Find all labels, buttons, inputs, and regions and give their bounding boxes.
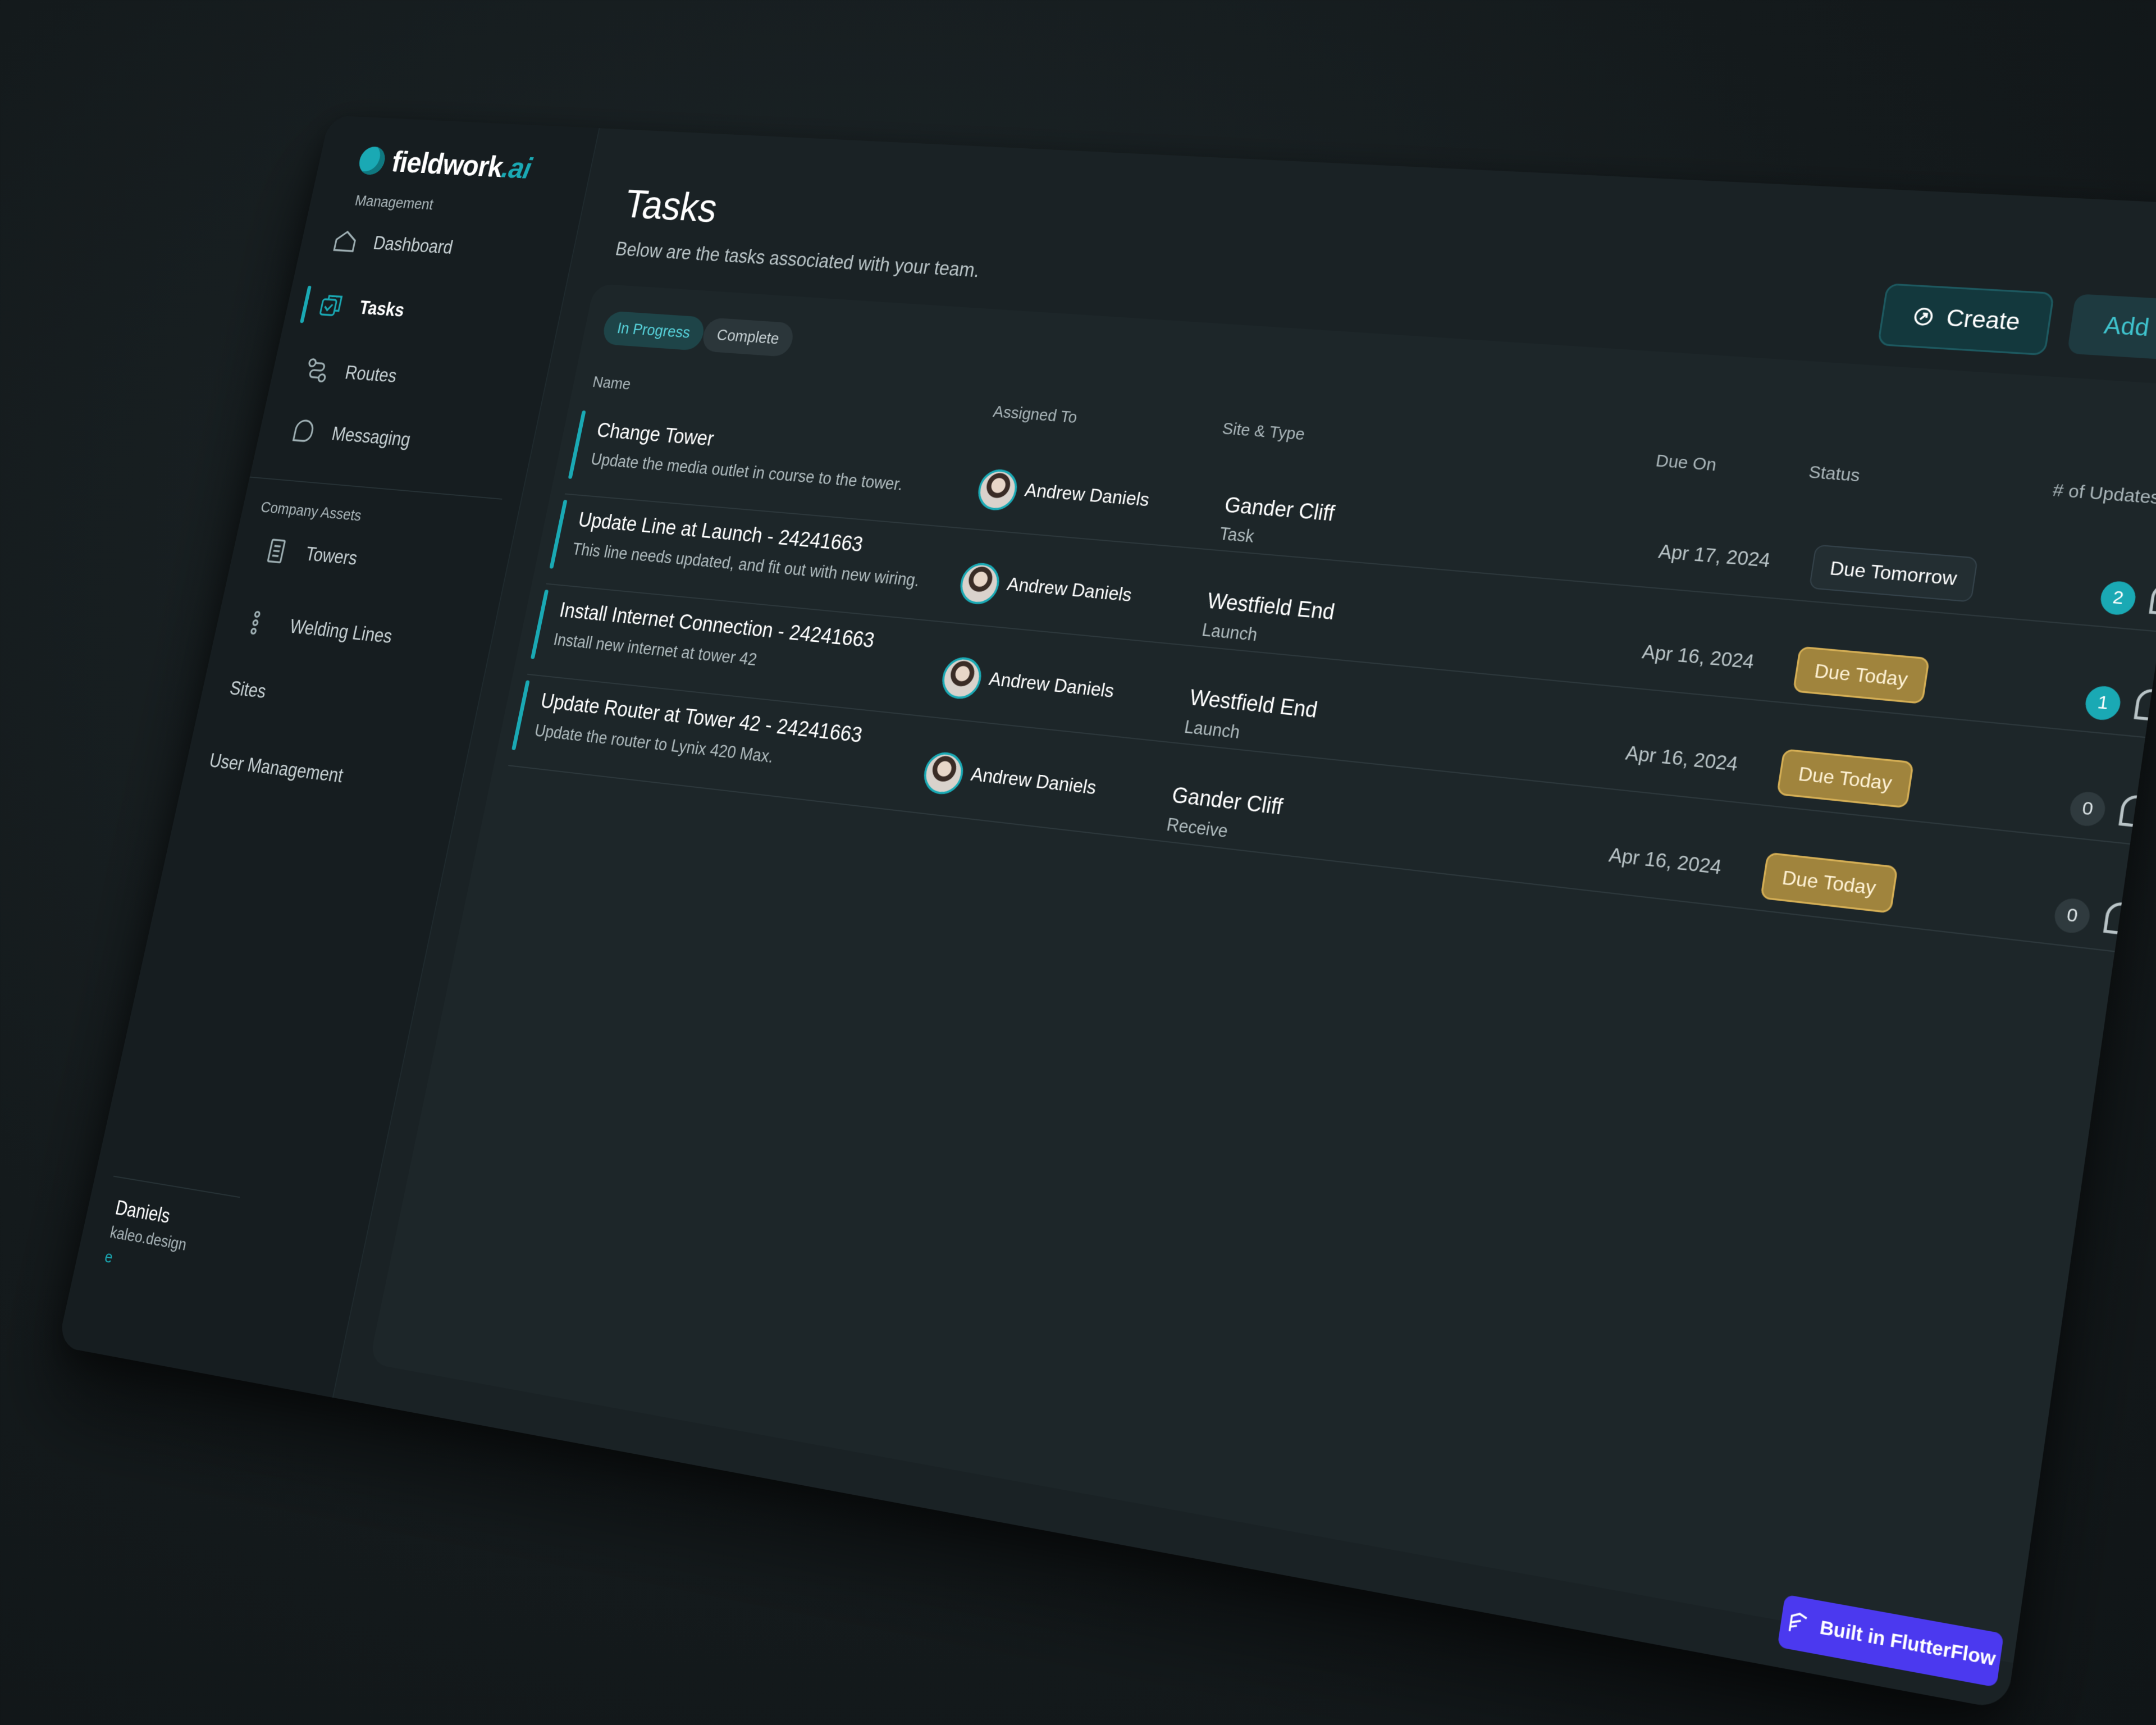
assignee-name: Andrew Daniels xyxy=(1005,573,1134,606)
section-label-assets: Company Assets xyxy=(259,498,363,525)
due-date: Apr 16, 2024 xyxy=(1641,640,1756,673)
task-type: Task xyxy=(1218,523,1256,546)
active-indicator xyxy=(300,285,312,323)
sidebar-item-sites[interactable]: Sites xyxy=(228,677,268,703)
column-header-site: Site & Type xyxy=(1221,419,1307,444)
create-button[interactable]: Create xyxy=(1877,283,2055,356)
sidebar-item-label: Dashboard xyxy=(371,232,455,258)
status-badge: Due Today xyxy=(1792,646,1930,705)
row-accent xyxy=(549,499,568,569)
flutterflow-icon xyxy=(1784,1608,1813,1639)
sidebar-item-user-management[interactable]: User Management xyxy=(207,749,345,787)
tasks-icon xyxy=(316,291,347,321)
sidebar-item-dashboard[interactable]: Dashboard xyxy=(330,226,456,262)
updates-count: 0 xyxy=(2052,897,2092,935)
task-type: Receive xyxy=(1165,814,1230,842)
updates-count: 1 xyxy=(2083,684,2123,722)
main-content: Tasks Below are the tasks associated wit… xyxy=(332,128,2156,1710)
home-icon xyxy=(330,226,361,256)
sidebar-item-label: Welding Lines xyxy=(287,615,395,647)
assignee-name: Andrew Daniels xyxy=(969,763,1098,799)
site-name: Westfield End xyxy=(1205,589,1337,625)
status-badge: Due Today xyxy=(1776,749,1915,809)
sidebar-item-label: Messaging xyxy=(330,423,413,451)
chat-icon[interactable] xyxy=(2128,684,2156,728)
column-header-updates: # of Updates xyxy=(2051,480,2156,509)
chat-icon[interactable] xyxy=(2097,897,2144,942)
tower-icon xyxy=(262,536,293,567)
chat-icon[interactable] xyxy=(2113,790,2156,834)
sidebar-item-label: Tasks xyxy=(357,296,406,321)
row-accent xyxy=(511,680,530,751)
due-date: Apr 17, 2024 xyxy=(1657,540,1772,572)
logo-icon xyxy=(357,145,388,175)
add-task-label: Add Task xyxy=(2102,312,2156,345)
assignee-name: Andrew Daniels xyxy=(1023,479,1152,511)
page-subtitle: Below are the tasks associated with your… xyxy=(614,238,982,282)
section-label-management: Management xyxy=(353,192,435,213)
status-badge: Due Today xyxy=(1760,852,1899,914)
user-name: Daniels xyxy=(113,1196,172,1228)
updates-count: 2 xyxy=(2098,579,2138,617)
task-type: Launch xyxy=(1200,619,1259,645)
page-title: Tasks xyxy=(620,181,721,231)
updates-count: 0 xyxy=(2068,790,2108,828)
tasks-card: In Progress Complete Name Assigned To Si… xyxy=(369,284,2156,1672)
avatar xyxy=(920,750,967,797)
add-task-button[interactable]: Add Task xyxy=(2067,294,2156,364)
task-type: Launch xyxy=(1182,717,1242,743)
row-accent xyxy=(530,589,549,659)
due-date: Apr 16, 2024 xyxy=(1607,843,1724,879)
avatar xyxy=(938,655,985,701)
sidebar-item-label: Sites xyxy=(227,677,268,702)
filter-complete[interactable]: Complete xyxy=(700,317,796,358)
column-header-status: Status xyxy=(1807,462,1862,486)
site-name: Gander Cliff xyxy=(1222,493,1337,526)
assignee-name: Andrew Daniels xyxy=(987,668,1116,702)
column-header-due: Due On xyxy=(1654,451,1718,475)
sidebar-item-towers[interactable]: Towers xyxy=(262,536,360,573)
sidebar-item-welding-lines[interactable]: Welding Lines xyxy=(246,608,395,651)
sidebar-item-tasks[interactable]: Tasks xyxy=(316,291,407,325)
brand-logo[interactable]: fieldwork.ai xyxy=(356,143,534,186)
task-title: Change Tower xyxy=(595,419,716,451)
user-email: kaleo.design xyxy=(108,1223,189,1254)
app-window: fieldwork.ai Management Dashboard Tasks … xyxy=(57,115,2156,1710)
create-label: Create xyxy=(1944,304,2022,335)
welding-icon xyxy=(246,608,277,639)
column-header-name: Name xyxy=(591,373,633,394)
sidebar-item-label: User Management xyxy=(207,749,345,787)
sparkle-icon xyxy=(1910,304,1937,329)
column-header-assigned: Assigned To xyxy=(992,402,1079,427)
user-divider xyxy=(113,1175,240,1198)
messaging-icon xyxy=(288,416,319,446)
status-badge: Due Tomorrow xyxy=(1808,544,1979,603)
user-profile-link[interactable]: e xyxy=(103,1248,115,1267)
routes-icon xyxy=(302,355,332,386)
sidebar-item-routes[interactable]: Routes xyxy=(302,355,399,391)
row-accent xyxy=(568,410,586,479)
sidebar-item-label: Routes xyxy=(343,362,399,387)
avatar xyxy=(957,561,1003,606)
site-name: Gander Cliff xyxy=(1170,783,1285,820)
task-description: This line needs updated, and fit out wit… xyxy=(570,539,922,591)
sidebar-item-label: Towers xyxy=(303,542,360,569)
avatar xyxy=(975,468,1021,512)
sidebar-divider xyxy=(249,476,503,500)
task-description: Update the media outlet in course to the… xyxy=(589,449,905,494)
site-name: Westfield End xyxy=(1187,686,1319,723)
filter-in-progress[interactable]: In Progress xyxy=(601,311,707,351)
sidebar-item-messaging[interactable]: Messaging xyxy=(288,416,413,454)
brand-name: fieldwork.ai xyxy=(389,145,535,185)
due-date: Apr 16, 2024 xyxy=(1624,741,1740,775)
chat-icon[interactable] xyxy=(2143,579,2156,622)
